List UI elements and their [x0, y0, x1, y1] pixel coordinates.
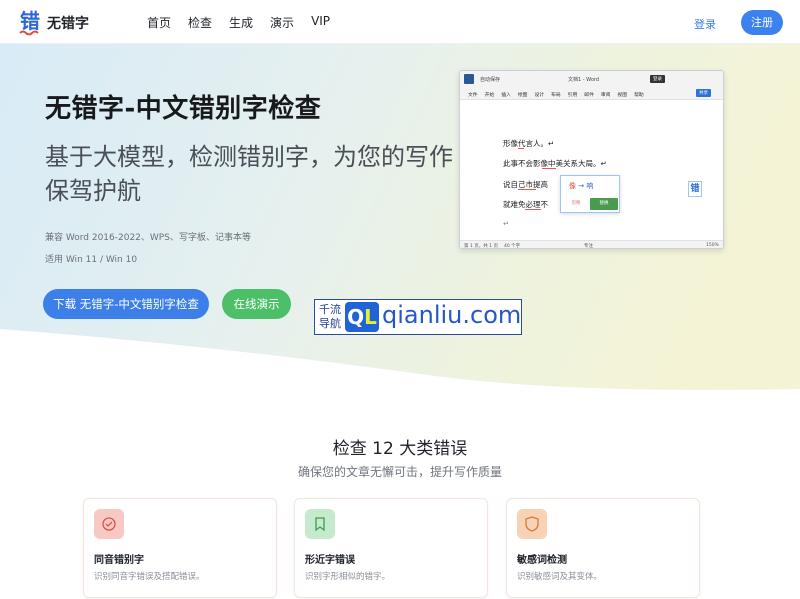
svg-text:错: 错	[20, 9, 40, 33]
section-title: 检查 12 大类错误	[332, 439, 468, 459]
autosave-label: 自动保存	[480, 77, 501, 83]
word-menu-item: 布局	[551, 93, 561, 98]
addin-badge: 错	[688, 181, 702, 197]
correction-popup: 像 → 响 忽略 替换	[560, 175, 620, 213]
doc-line-1: 形像代言人。↵	[503, 139, 555, 148]
error-underline	[518, 189, 536, 190]
top-header: 错 无错字 首页 检查 生成 演示 VIP 登录 注册	[0, 0, 800, 44]
error-underline	[542, 168, 556, 169]
watermark-ql-logo: QL	[345, 302, 379, 332]
word-menu-item: 绘图	[517, 93, 528, 98]
card-desc: 识别敏感词及其变体。	[517, 572, 603, 582]
word-app-icon	[464, 74, 474, 84]
nav-home[interactable]: 首页	[147, 14, 171, 31]
card-desc: 识别字形相似的错字。	[305, 572, 391, 582]
word-login-badge: 登录	[650, 75, 665, 83]
doc-title: 文档1 - Word	[568, 77, 600, 83]
card-desc: 识别同音字错误及搭配错误。	[94, 572, 205, 582]
error-underline	[525, 209, 541, 210]
word-share-button: 共享	[696, 89, 711, 97]
ignore-button: 忽略	[565, 199, 587, 209]
online-demo-button[interactable]: 在线演示	[222, 289, 291, 319]
word-statusbar: 第 1 页，共 1 页 40 个字 专注 150%	[460, 240, 723, 248]
watermark-domain: qianliu.com	[382, 301, 522, 329]
feature-card-sensitive-words[interactable]: 敏感词检测 识别敏感词及其变体。	[506, 498, 700, 598]
replace-button: 替换	[590, 198, 618, 210]
card-title: 同音错别字	[94, 555, 144, 566]
os-text: 适用 Win 11 / Win 10	[45, 255, 138, 265]
brand-name[interactable]: 无错字	[47, 13, 89, 33]
feature-card-homophone[interactable]: 同音错别字 识别同音字错误及搭配错误。	[83, 498, 277, 598]
word-menu-item: 审阅	[600, 93, 611, 98]
word-document-page: 形像代言人。↵ 此事不会影像中美关系大局。↵ 说自己市提高 就难免必理不 ↵	[498, 104, 723, 240]
check-circle-icon	[94, 509, 124, 539]
word-menu-item: 视图	[617, 93, 628, 98]
word-ribbon-menu: 文件 开始 插入 绘图 设计 布局 引用 邮件 审阅 视图 帮助 共享	[460, 87, 723, 100]
card-title: 形近字错误	[305, 555, 355, 566]
word-menu-item: 文件	[468, 93, 478, 98]
nav-demo[interactable]: 演示	[270, 14, 294, 31]
word-menu-item: 邮件	[584, 93, 594, 98]
word-titlebar: 自动保存 文档1 - Word 登录	[460, 71, 723, 87]
download-button[interactable]: 下载 无错字-中文错别字检查	[43, 289, 209, 319]
word-menu-item: 帮助	[634, 93, 644, 98]
compat-text: 兼容 Word 2016-2022、WPS、写字板、记事本等	[45, 233, 251, 243]
word-menu-item: 设计	[534, 93, 545, 98]
signup-button[interactable]: 注册	[741, 10, 783, 35]
word-menu-item: 插入	[501, 93, 511, 98]
qianliu-watermark: 千流 导航 QL qianliu.com	[314, 299, 522, 335]
card-title: 敏感词检测	[517, 555, 567, 566]
word-menu-item: 开始	[484, 93, 495, 98]
word-screenshot: 自动保存 文档1 - Word 登录 文件 开始 插入 绘图 设计 布局 引用 …	[459, 70, 724, 249]
error-underline	[518, 148, 524, 149]
correction-suggestion: 像 → 响	[569, 182, 594, 190]
hero-title: 无错字-中文错别字检查	[45, 94, 322, 124]
nav-generate[interactable]: 生成	[229, 14, 253, 31]
nav-vip[interactable]: VIP	[311, 14, 330, 31]
shield-icon	[517, 509, 547, 539]
nav-check[interactable]: 检查	[188, 14, 212, 31]
login-link[interactable]: 登录	[694, 16, 716, 32]
bookmark-icon	[305, 509, 335, 539]
main-nav: 首页 检查 生成 演示 VIP	[147, 14, 330, 31]
word-menu-item: 引用	[567, 93, 578, 98]
feature-card-similar-shape[interactable]: 形近字错误 识别字形相似的错字。	[294, 498, 488, 598]
doc-line-5: ↵	[503, 219, 510, 228]
section-subtitle: 确保您的文章无懈可击，提升写作质量	[297, 465, 502, 479]
watermark-left-text: 千流 导航	[319, 303, 341, 330]
logo-icon[interactable]: 错	[18, 9, 42, 37]
hero-subtitle: 基于大模型，检测错别字，为您的写作保驾护航	[45, 143, 453, 205]
